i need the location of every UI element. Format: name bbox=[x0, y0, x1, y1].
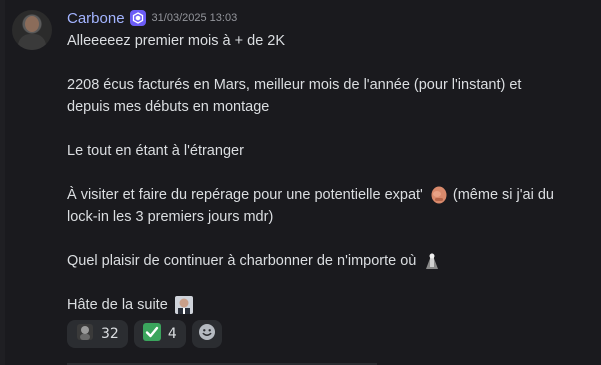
message-content: Alleeeeez premier mois à + de 2K 2208 éc… bbox=[67, 30, 592, 316]
portrait-emoji-icon[interactable] bbox=[174, 295, 194, 315]
message-text: Quel plaisir de continuer à charbonner d… bbox=[67, 253, 417, 269]
message-timestamp[interactable]: 31/03/2025 13:03 bbox=[152, 12, 238, 24]
left-rail bbox=[0, 0, 5, 365]
message-line: Le tout en étant à l'étranger bbox=[67, 143, 244, 159]
username[interactable]: Carbone bbox=[67, 10, 125, 27]
nitro-badge-icon[interactable] bbox=[129, 10, 146, 26]
message-text: Hâte de la suite bbox=[67, 297, 168, 313]
digger-emoji-icon[interactable] bbox=[422, 251, 442, 271]
message-line: 2208 écus facturés en Mars, meilleur moi… bbox=[67, 77, 522, 93]
user-avatar[interactable] bbox=[12, 10, 52, 50]
avatar-head bbox=[25, 16, 39, 32]
message-line: depuis mes débuts en montage bbox=[67, 99, 270, 115]
reaction-custom[interactable]: 32 bbox=[67, 320, 128, 348]
reaction-count: 32 bbox=[101, 326, 119, 342]
reaction-bar: 32 4 bbox=[67, 320, 222, 348]
reaction-count: 4 bbox=[167, 326, 177, 342]
bald-head-emoji-icon[interactable] bbox=[429, 185, 449, 205]
check-mark-icon bbox=[142, 323, 161, 345]
add-reaction-button[interactable] bbox=[191, 320, 222, 348]
message-header: Carbone 31/03/2025 13:03 bbox=[67, 8, 237, 28]
custom-face-emoji-icon bbox=[76, 323, 94, 345]
message-line: lock-in les 3 premiers jours mdr) bbox=[67, 209, 274, 225]
smiley-icon bbox=[198, 323, 216, 345]
message-text: À visiter et faire du repérage pour une … bbox=[67, 187, 423, 203]
reaction-check[interactable]: 4 bbox=[133, 320, 186, 348]
message-line: Alleeeeez premier mois à + de 2K bbox=[67, 33, 286, 49]
message-text: (même si j'ai du bbox=[452, 187, 554, 203]
avatar-body bbox=[18, 34, 46, 50]
message-line: Quel plaisir de continuer à charbonner d… bbox=[67, 250, 592, 272]
message-line: Hâte de la suite bbox=[67, 294, 592, 316]
message-line: À visiter et faire du repérage pour une … bbox=[67, 184, 592, 206]
